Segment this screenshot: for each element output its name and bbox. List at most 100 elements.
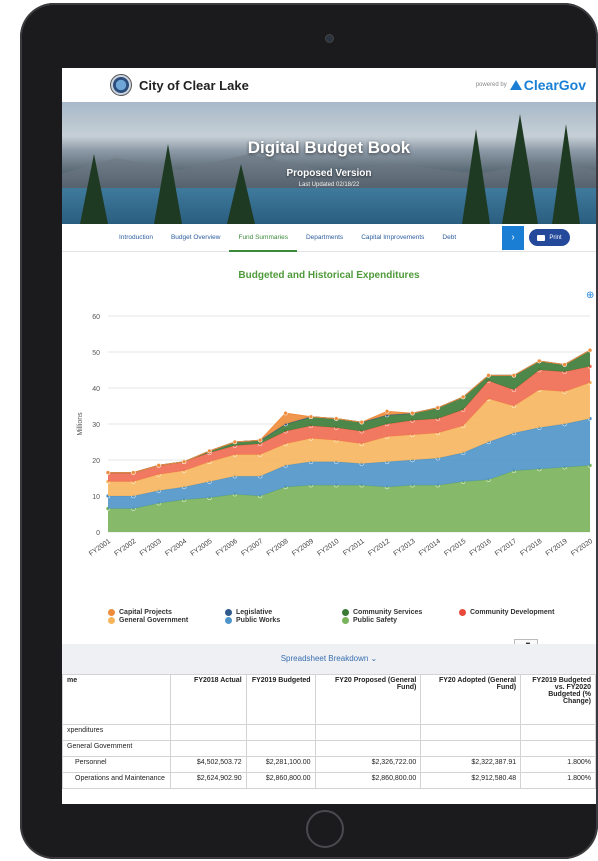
x-tick-label: FY2007 xyxy=(240,538,264,558)
data-point xyxy=(207,448,212,454)
x-tick-label: FY2011 xyxy=(342,538,366,558)
legend-label: Public Works xyxy=(236,617,281,624)
column-header[interactable]: FY2019 Budgeted vs. FY2020 Budgeted (% C… xyxy=(520,674,596,725)
city-brand[interactable]: City of Clear Lake xyxy=(110,74,249,96)
column-header[interactable]: FY20 Proposed (General Fund) xyxy=(314,674,422,725)
legend-item[interactable]: General Government xyxy=(108,617,225,624)
column-header[interactable]: FY2019 Budgeted xyxy=(245,674,316,725)
tablet-frame: City of Clear Lake powered by ClearGov D… xyxy=(20,3,598,859)
data-point xyxy=(105,470,111,475)
table-row: Personnel $4,502,503.72 $2,281,100.00 $2,32… xyxy=(62,756,596,773)
table-cell xyxy=(420,740,522,757)
legend-label: Community Development xyxy=(470,609,555,616)
table-cell: $4,502,503.72 xyxy=(169,756,247,773)
tab-budget-overview[interactable]: Budget Overview xyxy=(162,224,230,252)
table-cell xyxy=(314,740,422,757)
data-point xyxy=(435,405,441,411)
chart-title: Budgeted and Historical Expenditures xyxy=(238,270,420,281)
legend-item[interactable]: Public Works xyxy=(225,617,342,624)
data-point xyxy=(587,347,593,353)
x-tick-label: FY2010 xyxy=(316,538,340,558)
tab-fund-summaries[interactable]: Fund Summaries xyxy=(229,224,297,252)
legend-item[interactable]: Capital Projects xyxy=(108,609,225,616)
legend-label: Public Safety xyxy=(353,617,397,624)
x-tick-label: FY2015 xyxy=(443,538,467,558)
table-cell: $2,860,800.00 xyxy=(245,772,316,789)
y-tick-label: 20 xyxy=(92,458,100,465)
column-header[interactable]: FY20 Adopted (General Fund) xyxy=(420,674,522,725)
cleargov-logo-icon xyxy=(509,80,522,90)
x-tick-label: FY2001 xyxy=(88,538,112,558)
table-row: Operations and Maintenance $2,624,902.90 $… xyxy=(62,772,596,789)
table-cell: $2,281,100.00 xyxy=(245,756,316,773)
table-cell: xpenditures xyxy=(62,724,171,741)
column-header[interactable]: me xyxy=(62,674,171,725)
table-row: xpenditures xyxy=(62,724,596,741)
data-point xyxy=(156,463,161,468)
y-axis-label: Millions xyxy=(77,412,84,436)
x-tick-label: FY2019 xyxy=(545,538,569,558)
y-tick-label: 40 xyxy=(92,386,100,393)
spreadsheet-breakdown-toggle[interactable]: Spreadsheet Breakdown ⌄ xyxy=(62,644,596,674)
table-cell xyxy=(169,724,247,741)
print-button[interactable]: Print xyxy=(529,229,570,246)
column-header[interactable]: FY2018 Actual xyxy=(169,674,247,725)
table-cell xyxy=(520,724,596,741)
legend-item[interactable]: Public Safety xyxy=(342,617,459,624)
data-point xyxy=(486,373,491,378)
y-tick-label: 50 xyxy=(92,350,100,357)
x-tick-label: FY2005 xyxy=(190,538,214,558)
nav-next-button[interactable]: › xyxy=(502,226,524,250)
expenditure-chart: 0102030405060MillionsFY2001 FY2002 FY2003 F… xyxy=(77,314,594,558)
legend-item[interactable]: Legislative xyxy=(225,609,342,616)
x-tick-label: FY2018 xyxy=(519,538,543,558)
x-tick-label: FY2012 xyxy=(367,538,391,558)
table-cell xyxy=(420,724,522,741)
legend-item[interactable]: Community Development xyxy=(459,609,589,616)
x-tick-label: FY2008 xyxy=(266,538,290,558)
home-button[interactable] xyxy=(306,810,344,848)
table-cell: General Government xyxy=(62,740,171,757)
table-cell xyxy=(314,724,422,741)
table-cell xyxy=(520,740,596,757)
section-nav: Introduction Budget Overview Fund Summarie… xyxy=(62,224,596,252)
legend-dot-icon xyxy=(225,609,232,616)
legend-dot-icon xyxy=(108,617,115,624)
tab-capital-improvements[interactable]: Capital Improvements xyxy=(352,224,433,252)
table-cell: $2,912,580.48 xyxy=(420,772,522,789)
powered-by[interactable]: powered by ClearGov xyxy=(476,77,586,93)
legend-label: Legislative xyxy=(236,609,273,616)
x-tick-label: FY2013 xyxy=(392,538,416,558)
chevron-right-icon: › xyxy=(511,232,515,243)
legend-label: Capital Projects xyxy=(119,609,172,616)
last-updated: Last Updated 02/18/22 xyxy=(298,182,360,188)
powered-label: powered by xyxy=(475,82,507,88)
nav-tabs: Introduction Budget Overview Fund Summarie… xyxy=(62,224,465,252)
legend-label: General Government xyxy=(119,617,189,624)
table-cell: $2,624,902.90 xyxy=(169,772,247,789)
legend-dot-icon xyxy=(225,617,232,624)
x-tick-label: FY2003 xyxy=(139,538,163,558)
printer-icon xyxy=(537,234,546,241)
data-point xyxy=(537,358,542,364)
table-cell: Operations and Maintenance xyxy=(62,772,171,789)
city-seal-icon xyxy=(110,74,132,96)
legend-dot-icon xyxy=(342,617,349,624)
page-title: Digital Budget Book xyxy=(247,138,411,157)
table-cell xyxy=(245,740,316,757)
x-tick-label: FY2017 xyxy=(494,538,518,558)
tab-debt[interactable]: Debt xyxy=(433,224,465,252)
data-point xyxy=(334,416,339,421)
chart-legend: Capital Projects Legislative Community Ser… xyxy=(108,609,588,624)
legend-item[interactable]: Community Services xyxy=(342,609,459,616)
x-tick-label: FY2004 xyxy=(164,538,188,558)
x-tick-label: FY2006 xyxy=(215,538,239,558)
version-label: Proposed Version xyxy=(286,168,372,179)
y-tick-label: 0 xyxy=(96,530,100,537)
tab-introduction[interactable]: Introduction xyxy=(110,224,162,252)
data-point xyxy=(232,439,238,445)
tab-departments[interactable]: Departments xyxy=(297,224,352,252)
screen: City of Clear Lake powered by ClearGov D… xyxy=(62,68,596,804)
legend-dot-icon xyxy=(342,609,349,616)
cleargov-logo-text: ClearGov xyxy=(523,77,586,93)
